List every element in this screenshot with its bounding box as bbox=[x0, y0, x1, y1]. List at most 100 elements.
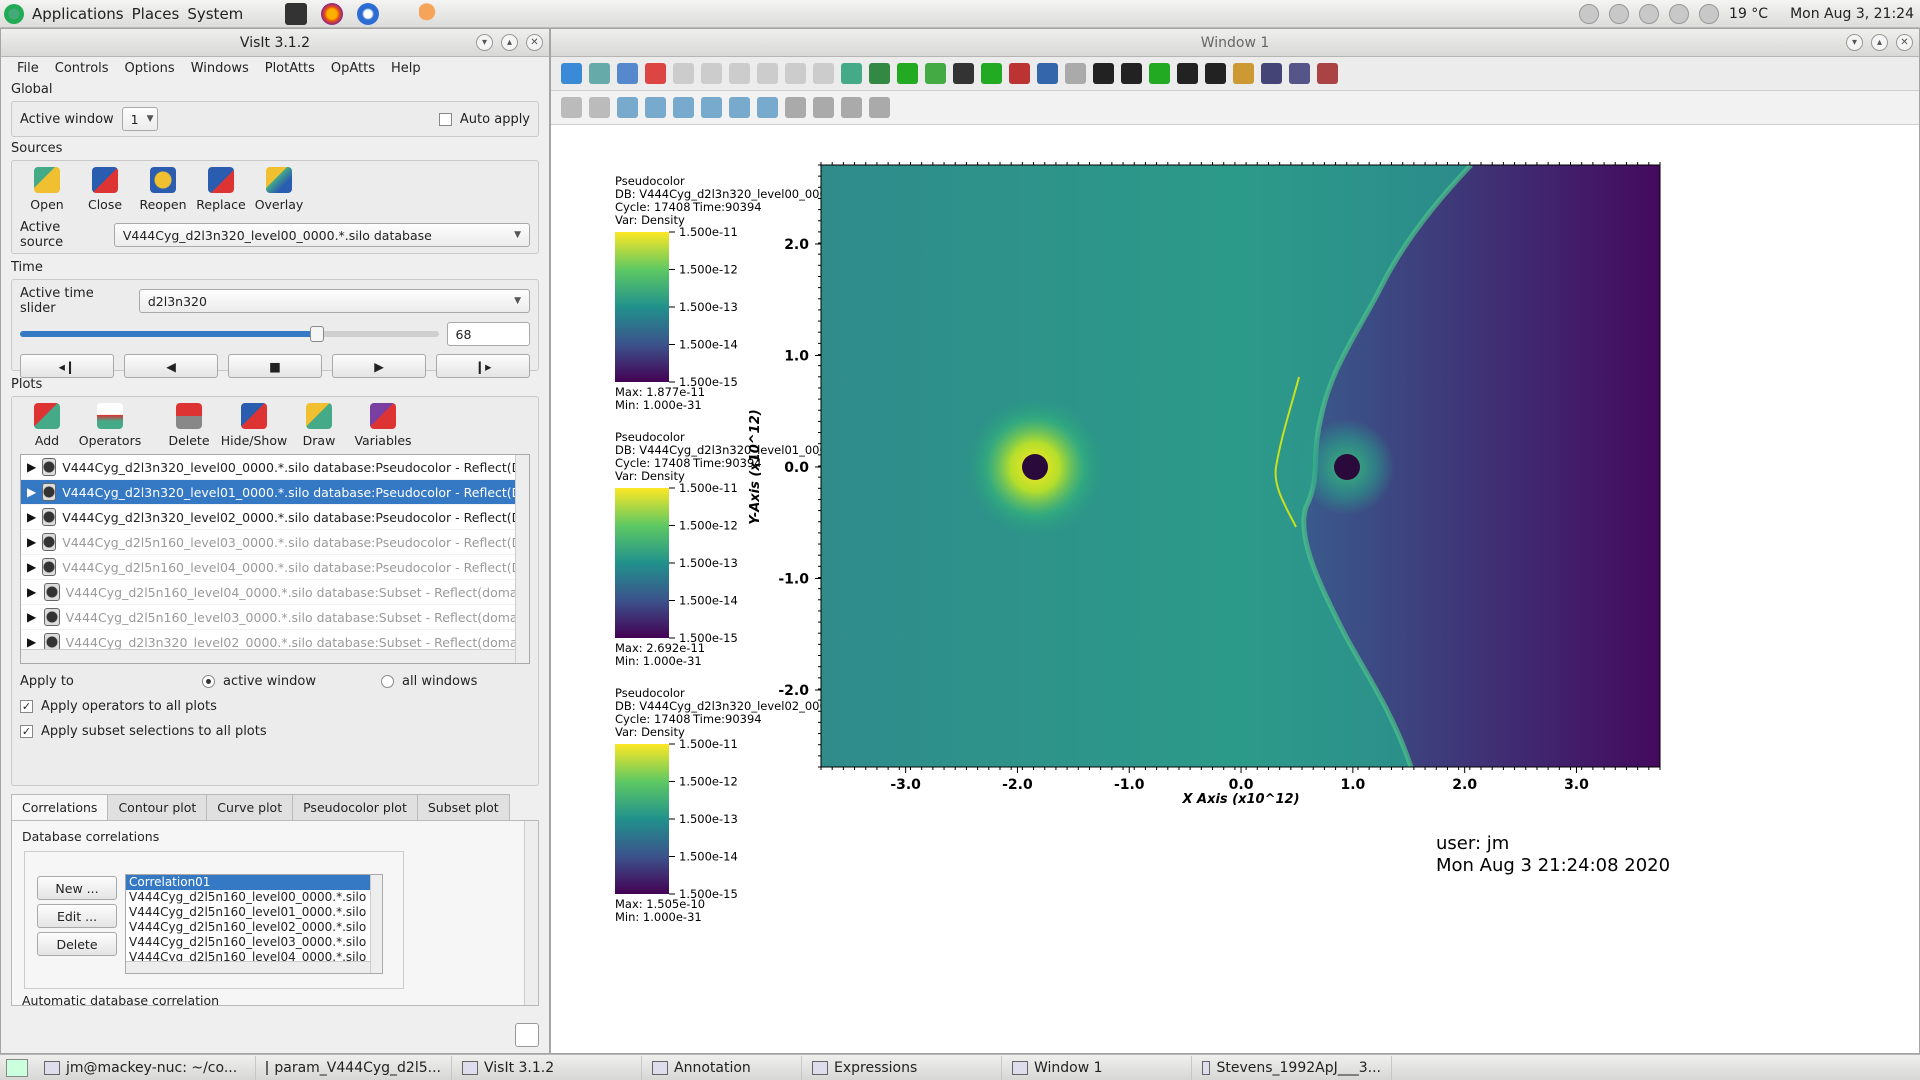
viz-titlebar[interactable]: Window 1 ▾ ▴ ✕ bbox=[551, 29, 1919, 57]
plot-visibility-icon[interactable] bbox=[42, 508, 57, 526]
apply-all-radio[interactable] bbox=[381, 675, 394, 688]
time-slider-combo[interactable]: d2l3n320 ▼ bbox=[138, 289, 530, 313]
expand-arrow-icon[interactable]: ▶ bbox=[27, 460, 36, 474]
rewind-icon[interactable] bbox=[1121, 63, 1142, 84]
thunderbird-icon[interactable] bbox=[357, 2, 380, 25]
applications-menu[interactable]: Applications bbox=[32, 5, 124, 23]
overlay-button[interactable]: Overlay bbox=[252, 167, 306, 212]
step-forward-button[interactable]: ❙▸ bbox=[436, 354, 530, 378]
auto-apply-checkbox[interactable] bbox=[438, 112, 452, 126]
edit-icon[interactable] bbox=[1669, 4, 1690, 24]
correlation-list-item[interactable]: V444Cyg_d2l5n160_level01_0000.*.silo bbox=[126, 905, 382, 920]
replace-button[interactable]: Replace bbox=[194, 167, 248, 212]
moon-icon[interactable] bbox=[419, 2, 442, 25]
zone-pick-icon[interactable] bbox=[617, 97, 638, 118]
plot-list[interactable]: ▶ V444Cyg_d2l3n320_level00_0000.*.silo da… bbox=[20, 454, 530, 664]
box-icon[interactable] bbox=[813, 97, 834, 118]
menu-windows[interactable]: Windows bbox=[191, 61, 249, 76]
expand-arrow-icon[interactable]: ▶ bbox=[27, 610, 38, 624]
viz-canvas[interactable]: PseudocolorDB: V444Cyg_d2l3n320_level00_… bbox=[551, 127, 1919, 1055]
lineout-icon[interactable] bbox=[701, 97, 722, 118]
firefox-icon[interactable] bbox=[321, 2, 344, 25]
menu-controls[interactable]: Controls bbox=[55, 61, 109, 76]
plot-list-item[interactable]: ▶ V444Cyg_d2l3n320_level01_0000.*.silo da… bbox=[21, 480, 529, 505]
menu-options[interactable]: Options bbox=[125, 61, 175, 76]
time-slider-handle[interactable] bbox=[310, 326, 324, 342]
delete-plot-button[interactable]: Delete bbox=[162, 403, 216, 448]
taskbar-item[interactable]: jm@mackey-nuc: ~/co... bbox=[34, 1055, 256, 1080]
volume-icon[interactable] bbox=[1639, 4, 1660, 24]
navigate-mode-icon[interactable] bbox=[561, 97, 582, 118]
terminal-icon[interactable] bbox=[285, 2, 308, 25]
plot-list-item[interactable]: ▶ V444Cyg_d2l3n320_level02_0000.*.silo da… bbox=[21, 505, 529, 530]
close-button[interactable]: ✕ bbox=[526, 34, 543, 51]
line-tool-icon[interactable] bbox=[729, 97, 750, 118]
plot-visibility-icon[interactable] bbox=[42, 558, 57, 576]
add-plot-button[interactable]: Add bbox=[20, 403, 74, 448]
node-pick-icon[interactable] bbox=[645, 97, 666, 118]
plot-visibility-icon[interactable] bbox=[42, 458, 57, 476]
plot-visibility-icon[interactable] bbox=[42, 483, 57, 501]
play-button[interactable]: ▶ bbox=[332, 354, 426, 378]
apply-active-radio[interactable] bbox=[202, 675, 215, 688]
blank-icon[interactable] bbox=[1065, 63, 1086, 84]
power-icon[interactable] bbox=[1579, 4, 1600, 24]
clone-icon[interactable] bbox=[981, 63, 1002, 84]
visit-titlebar[interactable]: VisIt 3.1.2 ▾ ▴ ✕ bbox=[1, 29, 549, 57]
save-image-icon[interactable] bbox=[953, 63, 974, 84]
taskbar-item[interactable]: Window 1 bbox=[1002, 1055, 1192, 1080]
hide-show-button[interactable]: Hide/Show bbox=[220, 403, 288, 448]
plot-visibility-icon[interactable] bbox=[43, 608, 60, 626]
menu-file[interactable]: File bbox=[17, 61, 39, 76]
variables-button[interactable]: Variables bbox=[350, 403, 416, 448]
viz-close-button[interactable]: ✕ bbox=[1896, 34, 1913, 51]
plot-visibility-icon[interactable] bbox=[42, 533, 57, 551]
layout-1x1-icon[interactable] bbox=[673, 63, 694, 84]
taskbar-item[interactable]: Annotation bbox=[642, 1055, 802, 1080]
layout-2x4-icon[interactable] bbox=[785, 63, 806, 84]
copy-window-icon[interactable] bbox=[617, 63, 638, 84]
delete-correlation-button[interactable]: Delete bbox=[37, 932, 117, 956]
taskbar-item[interactable]: VisIt 3.1.2 bbox=[452, 1055, 642, 1080]
layout-2x2-icon[interactable] bbox=[729, 63, 750, 84]
new-correlation-button[interactable]: New ... bbox=[37, 876, 117, 900]
plane-tool-icon[interactable] bbox=[869, 97, 890, 118]
expand-arrow-icon[interactable]: ▶ bbox=[27, 535, 36, 549]
spin-icon[interactable] bbox=[841, 63, 862, 84]
expand-arrow-icon[interactable]: ▶ bbox=[27, 585, 38, 599]
plot-list-item[interactable]: ▶ V444Cyg_d2l5n160_level04_0000.*.silo da… bbox=[21, 580, 529, 605]
apply-subset-checkbox[interactable]: ✓ bbox=[20, 725, 33, 738]
layout-2x3-icon[interactable] bbox=[757, 63, 778, 84]
expand-arrow-icon[interactable]: ▶ bbox=[27, 560, 36, 574]
play-icon[interactable] bbox=[1177, 63, 1198, 84]
reset-icon[interactable] bbox=[1009, 63, 1030, 84]
correlation-list-vscroll[interactable] bbox=[370, 875, 382, 973]
correlation-list-item[interactable]: V444Cyg_d2l5n160_level02_0000.*.silo bbox=[126, 920, 382, 935]
close-source-button[interactable]: Close bbox=[78, 167, 132, 212]
show-desktop-icon[interactable] bbox=[6, 1058, 28, 1077]
correlation-list-item[interactable]: V444Cyg_d2l5n160_level00_0000.*.silo bbox=[126, 890, 382, 905]
taskbar-item[interactable]: Expressions bbox=[802, 1055, 1002, 1080]
tab-correlations[interactable]: Correlations bbox=[11, 794, 109, 820]
lock-time-icon[interactable] bbox=[1261, 63, 1282, 84]
taskbar-item[interactable]: param_V444Cyg_d2l5... bbox=[256, 1055, 452, 1080]
viz-maximize-button[interactable]: ▴ bbox=[1871, 34, 1888, 51]
animation-icon[interactable] bbox=[1233, 63, 1254, 84]
network-icon[interactable] bbox=[1609, 4, 1630, 24]
places-menu[interactable]: Places bbox=[132, 5, 180, 23]
correlation-list[interactable]: Correlation01 V444Cyg_d2l5n160_level00_00… bbox=[125, 874, 383, 974]
menu-opatts[interactable]: OpAtts bbox=[331, 61, 375, 76]
minimize-button[interactable]: ▾ bbox=[476, 34, 493, 51]
stop-button[interactable]: ■ bbox=[228, 354, 322, 378]
correlation-list-hscroll[interactable] bbox=[126, 961, 370, 973]
skip-forward-icon[interactable] bbox=[1205, 63, 1226, 84]
correlation-list-item[interactable]: V444Cyg_d2l5n160_level03_0000.*.silo bbox=[126, 935, 382, 950]
layout-1x2-icon[interactable] bbox=[701, 63, 722, 84]
open-button[interactable]: Open bbox=[20, 167, 74, 212]
frame-spinbox[interactable]: 68 bbox=[446, 322, 530, 346]
menu-help[interactable]: Help bbox=[391, 61, 421, 76]
stop-icon[interactable] bbox=[1149, 63, 1170, 84]
sphere-icon[interactable] bbox=[841, 97, 862, 118]
plot-list-item[interactable]: ▶ V444Cyg_d2l3n320_level00_0000.*.silo da… bbox=[21, 455, 529, 480]
layout-3x3-icon[interactable] bbox=[813, 63, 834, 84]
